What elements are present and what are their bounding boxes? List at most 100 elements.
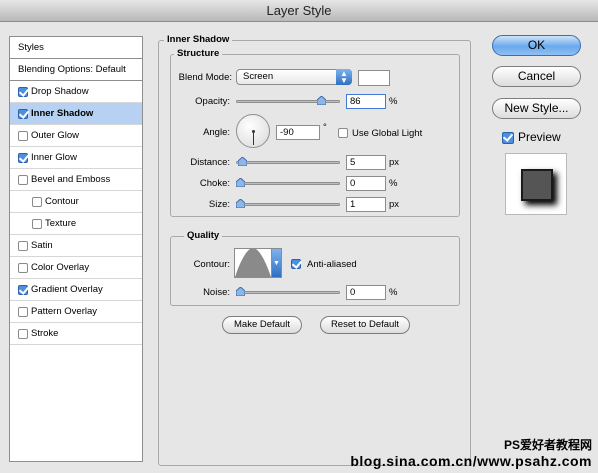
style-item-styles[interactable]: Styles [10, 37, 142, 59]
size-unit: px [389, 199, 400, 210]
size-input[interactable]: 1 [346, 197, 386, 212]
style-checkbox[interactable] [18, 262, 28, 273]
style-item-label: Satin [31, 240, 53, 251]
dialog-body: Styles Blending Options: Default Drop Shad… [0, 22, 598, 473]
style-checkbox[interactable] [32, 196, 42, 207]
style-checkbox[interactable] [18, 86, 28, 97]
style-item-satin[interactable]: Satin [10, 235, 142, 257]
contour-dropdown-arrow[interactable]: ▼ [272, 248, 282, 278]
style-checkbox[interactable] [18, 152, 28, 163]
watermark: PS爱好者教程网 blog.sina.com.cn/www.psahz.com [350, 436, 592, 469]
style-checkbox[interactable] [18, 328, 28, 339]
style-item-inner-glow[interactable]: Inner Glow [10, 147, 142, 169]
slider-knob[interactable] [236, 287, 245, 296]
cancel-button[interactable]: Cancel [492, 66, 581, 87]
new-style-button[interactable]: New Style... [492, 98, 581, 119]
use-global-light-label: Use Global Light [352, 128, 423, 139]
style-item-label: Contour [45, 196, 79, 207]
angle-label: Angle: [203, 127, 230, 138]
style-item-inner-shadow[interactable]: Inner Shadow [10, 103, 142, 125]
style-checkbox[interactable] [18, 174, 28, 185]
choke-input[interactable]: 0 [346, 176, 386, 191]
style-item-gradient-overlay[interactable]: Gradient Overlay [10, 279, 142, 301]
distance-unit: px [389, 157, 400, 168]
angle-unit: ° [323, 122, 327, 133]
style-item-label: Blending Options: Default [18, 64, 126, 75]
anti-aliased-checkbox[interactable] [291, 259, 301, 269]
noise-unit: % [389, 287, 398, 298]
slider-knob[interactable] [237, 157, 247, 166]
opacity-input[interactable]: 86 [346, 94, 386, 109]
slider-knob[interactable] [236, 199, 245, 208]
style-checkbox[interactable] [18, 306, 28, 317]
preview-checkbox[interactable] [502, 132, 514, 144]
angle-dial[interactable] [236, 114, 270, 148]
size-slider[interactable] [236, 199, 340, 208]
blend-mode-label: Blend Mode: [178, 72, 232, 83]
slider-knob[interactable] [236, 178, 245, 187]
slider-knob[interactable] [316, 96, 326, 105]
contour-label: Contour: [193, 259, 230, 270]
style-item-label: Inner Glow [31, 152, 77, 163]
use-global-light-checkbox[interactable] [338, 128, 348, 138]
blend-mode-value: Screen [243, 71, 274, 82]
style-item-label: Inner Shadow [31, 108, 94, 119]
style-checkbox[interactable] [18, 240, 28, 251]
style-item-color-overlay[interactable]: Color Overlay [10, 257, 142, 279]
choke-label: Choke: [199, 178, 230, 189]
style-item-drop-shadow[interactable]: Drop Shadow [10, 81, 142, 103]
contour-picker[interactable] [234, 248, 272, 278]
shadow-color-swatch[interactable] [358, 70, 390, 86]
style-checkbox[interactable] [18, 130, 28, 141]
style-checkbox[interactable] [18, 108, 28, 119]
noise-input[interactable]: 0 [346, 285, 386, 300]
distance-label: Distance: [190, 157, 230, 168]
blend-mode-select[interactable]: Screen ▲ ▼ [236, 69, 352, 85]
style-preview [505, 153, 567, 215]
style-item-label: Color Overlay [31, 262, 90, 273]
angle-center [252, 130, 255, 133]
preview-label: Preview [518, 130, 561, 144]
opacity-unit: % [389, 96, 398, 107]
opacity-label: Opacity: [195, 96, 230, 107]
style-item-texture[interactable]: Texture [10, 213, 142, 235]
title-bar: Layer Style [0, 0, 598, 22]
style-item-stroke[interactable]: Stroke [10, 323, 142, 345]
reset-to-default-button[interactable]: Reset to Default [320, 316, 410, 334]
style-checkbox[interactable] [32, 218, 42, 229]
quality-title: Quality [184, 230, 223, 241]
contour-curve-icon [235, 248, 271, 277]
ok-button[interactable]: OK [492, 35, 581, 56]
select-arrows-icon: ▲ ▼ [336, 69, 352, 85]
watermark-line1: PS爱好者教程网 [503, 438, 592, 452]
size-label: Size: [208, 199, 230, 210]
style-item-pattern-overlay[interactable]: Pattern Overlay [10, 301, 142, 323]
choke-slider[interactable] [236, 178, 340, 187]
anti-aliased-label: Anti-aliased [307, 259, 357, 270]
choke-unit: % [389, 178, 398, 189]
style-item-label: Pattern Overlay [31, 306, 97, 317]
noise-label: Noise: [203, 287, 230, 298]
opacity-slider[interactable] [236, 96, 340, 105]
inner-shadow-title: Inner Shadow [164, 34, 233, 45]
style-item-label: Drop Shadow [31, 86, 89, 97]
make-default-button[interactable]: Make Default [222, 316, 302, 334]
watermark-line2: blog.sina.com.cn/www.psahz.com [350, 453, 592, 469]
style-item-label: Texture [45, 218, 77, 229]
style-item-bevel-and-emboss[interactable]: Bevel and Emboss [10, 169, 142, 191]
window-title: Layer Style [266, 3, 332, 18]
style-item-label: Stroke [31, 328, 59, 339]
style-item-outer-glow[interactable]: Outer Glow [10, 125, 142, 147]
distance-slider[interactable] [236, 157, 340, 166]
style-checkbox[interactable] [18, 284, 28, 295]
distance-input[interactable]: 5 [346, 155, 386, 170]
style-item-label: Styles [18, 42, 44, 53]
style-item-label: Outer Glow [31, 130, 80, 141]
style-item-contour[interactable]: Contour [10, 191, 142, 213]
angle-input[interactable]: -90 [276, 125, 320, 140]
style-item-blending-options-default[interactable]: Blending Options: Default [10, 59, 142, 81]
style-item-label: Bevel and Emboss [31, 174, 111, 185]
styles-list: Styles Blending Options: Default Drop Shad… [9, 36, 143, 462]
noise-slider[interactable] [236, 287, 340, 296]
structure-title: Structure [174, 48, 223, 59]
